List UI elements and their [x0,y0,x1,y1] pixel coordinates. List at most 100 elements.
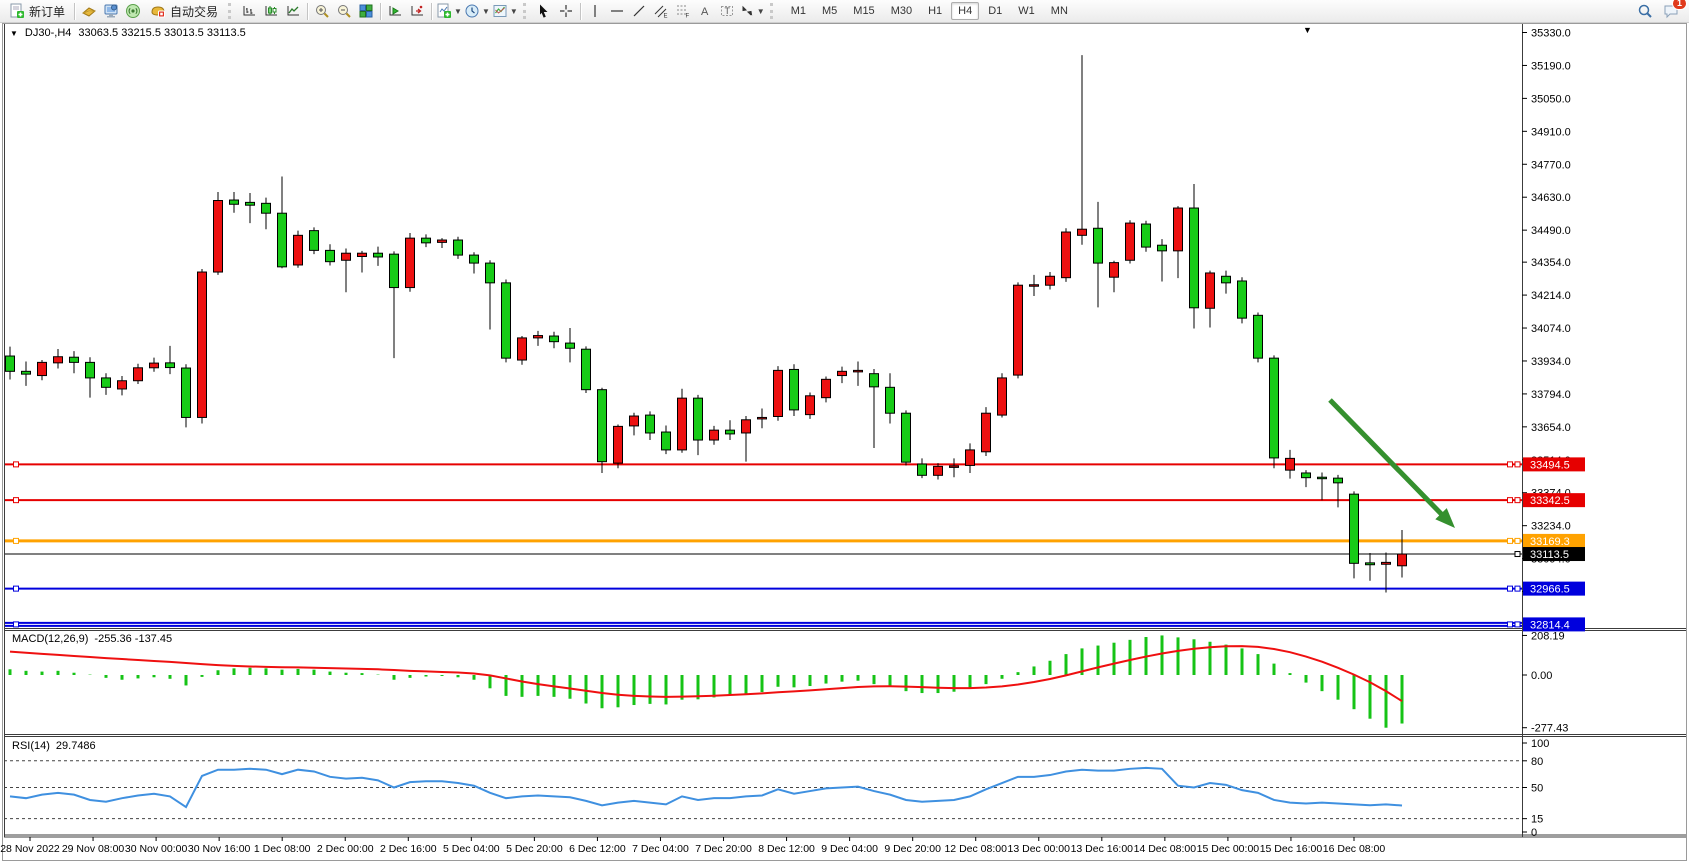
text-label-tool[interactable]: T [716,0,738,22]
templates-button[interactable]: ▼ [491,0,519,22]
vertical-line-tool[interactable] [584,0,606,22]
search-icon[interactable] [1637,3,1653,19]
time-tick: 13 Dec 00:00 [1008,843,1071,855]
candle [870,374,879,387]
scroll-end-marker[interactable]: ▼ [1303,25,1312,35]
time-tick: 2 Dec 16:00 [380,843,437,855]
crosshair-tool-button[interactable] [555,0,577,22]
candle [246,202,255,205]
price-tag-33113.5: 33113.5 [1515,547,1585,561]
price-tick: 34214.0 [1531,290,1571,302]
notifications-button[interactable]: 1 [1663,3,1679,19]
price-chart-canvas[interactable]: 35330.035190.035050.034910.034770.034630… [0,0,1689,862]
candle [1270,358,1279,458]
period-W1[interactable]: W1 [1011,2,1042,20]
line-chart-button[interactable] [282,0,304,22]
bar-chart-button[interactable] [238,0,260,22]
line-handle[interactable] [14,498,19,503]
line-handle[interactable] [1508,538,1513,543]
line-handle[interactable] [1508,462,1513,467]
time-tick: 14 Dec 08:00 [1134,843,1197,855]
candle [1110,263,1119,278]
price-tick: 35330.0 [1531,28,1571,40]
cursor-tool-button[interactable] [533,0,555,22]
line-handle[interactable] [14,586,19,591]
line-handle[interactable] [14,538,19,543]
time-tick: 9 Dec 20:00 [884,843,941,855]
new-order-button[interactable]: 新订单 [3,0,71,22]
candle [438,240,447,242]
line-handle[interactable] [1508,622,1513,627]
candle [1334,478,1343,483]
tile-windows-button[interactable] [355,0,377,22]
time-tick: 30 Nov 16:00 [188,843,251,855]
zoom-in-button[interactable] [311,0,333,22]
candle [1062,232,1071,278]
candle [1206,273,1215,308]
fibonacci-tool[interactable]: F [672,0,694,22]
period-H4[interactable]: H4 [951,2,979,20]
candle [38,362,47,375]
price-tick: 34910.0 [1531,126,1571,138]
channel-tool[interactable]: E [650,0,672,22]
period-M15[interactable]: M15 [846,2,881,20]
horizontal-line-tool[interactable] [606,0,628,22]
arrows-tool[interactable]: ▼ [738,0,766,22]
chart-shift-button[interactable] [406,0,428,22]
candle [582,349,591,389]
candle [118,381,127,389]
period-D1[interactable]: D1 [981,2,1009,20]
period-M5[interactable]: M5 [815,2,844,20]
terminal-button[interactable] [100,0,122,22]
zoom-out-button[interactable] [333,0,355,22]
main-toolbar: 新订单 自动交易 [0,0,1689,23]
svg-text:33494.5: 33494.5 [1530,459,1570,471]
candle [134,368,143,381]
time-tick: 6 Dec 12:00 [569,843,626,855]
candle [486,263,495,283]
trendline-tool[interactable] [628,0,650,22]
candle [1078,229,1087,235]
price-tick: 35190.0 [1531,60,1571,72]
period-M30[interactable]: M30 [884,2,919,20]
line-handle[interactable] [14,462,19,467]
trading-terminal: 新订单 自动交易 [0,0,1689,862]
candle [230,200,239,204]
line-handle[interactable] [14,622,19,627]
line-handle[interactable] [1508,498,1513,503]
period-MN[interactable]: MN [1044,2,1075,20]
candle [1190,208,1199,308]
text-tool[interactable]: A [694,0,716,22]
monitor-icon [103,3,119,19]
price-tick: 33934.0 [1531,356,1571,368]
time-tick: 13 Dec 16:00 [1071,843,1134,855]
chevron-down-icon: ▼ [510,7,518,16]
candlestick-chart-button[interactable] [260,0,282,22]
svg-text:A: A [701,6,709,18]
indicators-icon [436,3,452,19]
market-book-button[interactable] [78,0,100,22]
candle [662,432,671,450]
zoom-out-icon [336,3,352,19]
line-handle[interactable] [1508,586,1513,591]
signals-button[interactable] [122,0,144,22]
period-M1[interactable]: M1 [784,2,813,20]
candle [598,390,607,462]
candle [534,336,543,338]
candle [86,362,95,378]
candlestick-icon [263,3,279,19]
autotrading-button[interactable]: 自动交易 [144,0,224,22]
period-H1[interactable]: H1 [921,2,949,20]
candle [854,370,863,372]
indicators-button[interactable]: ▼ [435,0,463,22]
auto-scroll-button[interactable] [384,0,406,22]
candle [470,255,479,263]
symbol-dropdown-icon[interactable]: ▼ [10,29,18,38]
chart-ohlc: 33063.5 33215.5 33013.5 33113.5 [78,27,245,39]
arrows-icon [739,3,755,19]
time-tick: 8 Dec 12:00 [758,843,815,855]
candle [966,450,975,466]
periods-button[interactable]: ▼ [463,0,491,22]
chart-symbol: DJ30-,H4 [25,27,71,39]
candle [1222,276,1231,283]
